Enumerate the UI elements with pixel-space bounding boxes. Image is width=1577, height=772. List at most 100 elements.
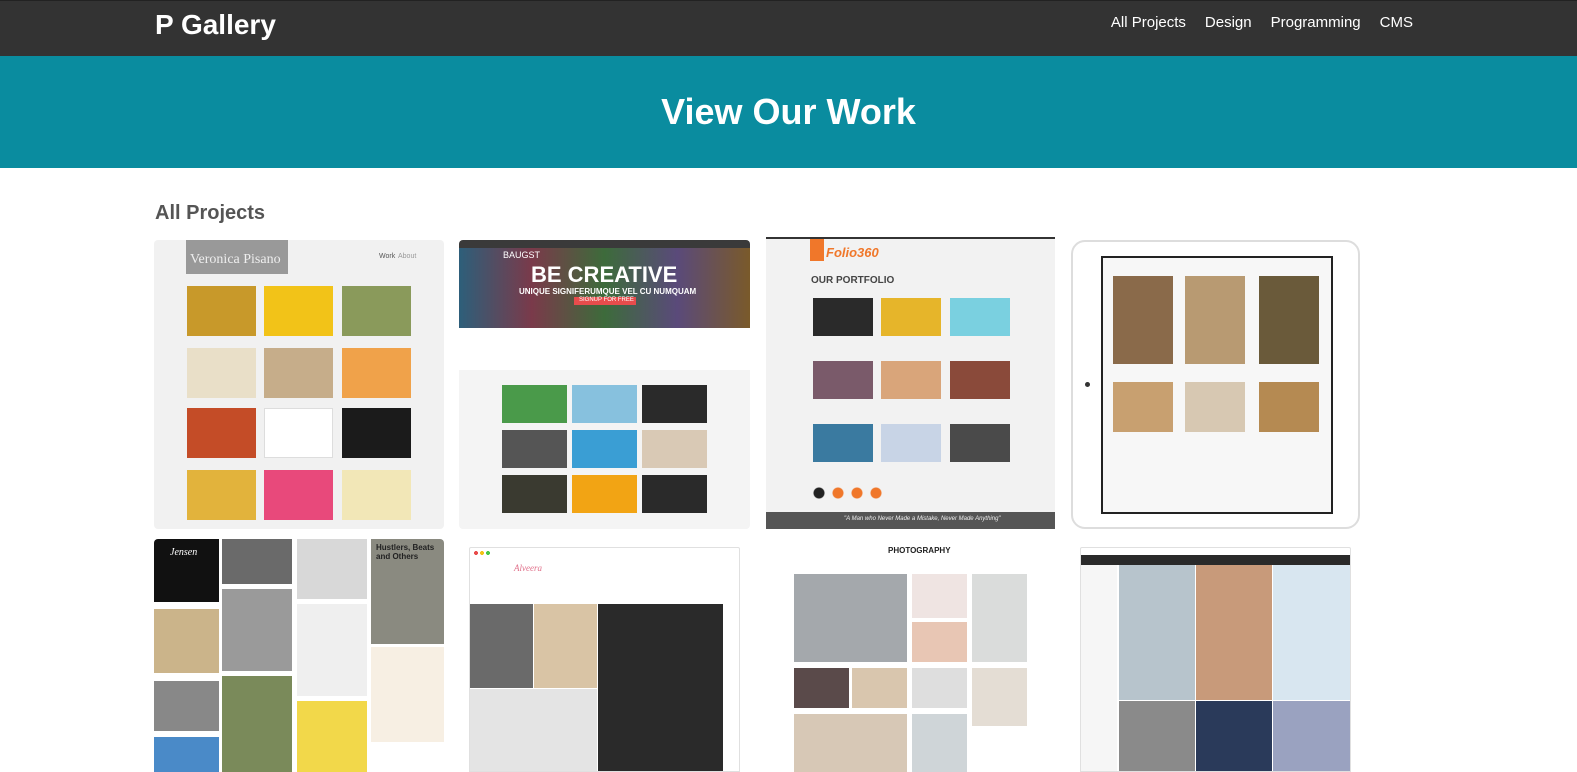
hero-title: View Our Work xyxy=(661,91,916,132)
thumb-cell xyxy=(950,361,1010,399)
thumb-cell xyxy=(912,574,967,618)
thumb-cell xyxy=(642,385,707,423)
thumb-cell xyxy=(222,539,292,584)
thumb-cell xyxy=(794,714,907,772)
thumb-cell xyxy=(1119,701,1195,771)
thumb-heading: OUR PORTFOLIO xyxy=(811,275,895,286)
thumb-cell xyxy=(881,298,941,336)
project-thumbnail-5[interactable]: Jensen Hustlers, Beats and Others xyxy=(154,539,444,772)
thumb-cell xyxy=(342,286,411,336)
nav-all-projects[interactable]: All Projects xyxy=(1111,14,1186,31)
thumb-cell xyxy=(154,737,219,772)
thumb-cell xyxy=(881,361,941,399)
thumb-cell xyxy=(1113,276,1173,364)
project-thumbnail-2[interactable]: BAUGST BE CREATIVE UNIQUE SIGNIFERUMQUE … xyxy=(459,240,750,529)
thumb-pager xyxy=(813,487,883,499)
thumb-cell xyxy=(794,574,907,662)
thumb-cell xyxy=(502,430,567,468)
thumb-cell xyxy=(1119,565,1195,700)
thumb-cell xyxy=(187,286,256,336)
nav-cms[interactable]: CMS xyxy=(1380,14,1413,31)
thumb-cta-label: SIGNUP FOR FREE xyxy=(579,297,634,303)
thumb-topbar xyxy=(1081,555,1350,565)
thumb-cell xyxy=(342,348,411,398)
thumb-tagline: UNIQUE SIGNIFERUMQUE VEL CU NUMQUAM xyxy=(519,287,697,296)
thumb-cell xyxy=(1196,701,1272,771)
thumb-cell xyxy=(598,604,723,771)
thumb-brand: Folio360 xyxy=(826,245,879,260)
thumb-cell xyxy=(470,689,597,771)
thumb-cell xyxy=(950,298,1010,336)
nav-design[interactable]: Design xyxy=(1205,14,1252,31)
thumb-cell xyxy=(642,430,707,468)
main-nav: All Projects Design Programming CMS xyxy=(1092,14,1413,31)
thumb-cell xyxy=(1259,276,1319,364)
thumb-cell xyxy=(264,286,333,336)
thumb-cell xyxy=(222,676,292,772)
thumb-cell xyxy=(154,609,219,673)
project-thumbnail-7[interactable]: PHOTOGRAPHY xyxy=(792,542,1029,772)
thumb-cell xyxy=(297,604,367,696)
thumb-cell xyxy=(1196,565,1272,700)
project-thumbnail-1[interactable]: Veronica Pisano Work About xyxy=(154,240,444,529)
nav-programming[interactable]: Programming xyxy=(1271,14,1361,31)
thumb-cell xyxy=(187,408,256,458)
thumb-cell xyxy=(813,424,873,462)
thumb-cell xyxy=(1273,565,1350,700)
thumb-cell xyxy=(572,475,637,513)
thumb-cell xyxy=(881,424,941,462)
top-navbar: P Gallery All Projects Design Programmin… xyxy=(0,0,1577,56)
thumb-cell xyxy=(187,348,256,398)
project-thumbnail-3[interactable]: Folio360 OUR PORTFOLIO "A Man who Never … xyxy=(766,237,1055,529)
thumb-cell xyxy=(470,604,533,688)
thumb-cell xyxy=(534,604,597,688)
thumb-cell xyxy=(950,424,1010,462)
thumb-cell xyxy=(297,539,367,599)
project-thumbnail-8[interactable] xyxy=(1080,547,1351,772)
thumb-cell xyxy=(502,385,567,423)
thumb-headline: BE CREATIVE xyxy=(531,262,678,287)
thumb-brand: Alveera xyxy=(514,563,542,573)
project-thumbnail-6[interactable]: Alveera xyxy=(469,547,740,772)
thumb-cell xyxy=(264,348,333,398)
thumb-window-dots xyxy=(474,551,494,555)
thumb-cell xyxy=(222,589,292,671)
thumb-poster-title: Hustlers, Beats and Others xyxy=(376,543,435,561)
thumb-brand: Jensen xyxy=(170,547,198,558)
thumb-cell xyxy=(187,470,256,520)
thumb-cell xyxy=(1273,701,1350,771)
thumb-quote: "A Man who Never Made a Mistake, Never M… xyxy=(844,516,1001,522)
thumb-heading: PHOTOGRAPHY xyxy=(888,546,951,555)
thumb-cell xyxy=(972,668,1027,726)
brand-logo[interactable]: P Gallery xyxy=(155,9,276,41)
section-title: All Projects xyxy=(155,202,266,224)
thumb-cell xyxy=(642,475,707,513)
thumb-cell xyxy=(912,668,967,708)
thumb-cell xyxy=(972,574,1027,662)
thumb-brand: BAUGST xyxy=(503,250,541,260)
thumb-cell xyxy=(1259,382,1319,432)
thumb-cell xyxy=(813,361,873,399)
thumb-nav-about: About xyxy=(398,253,417,260)
thumb-cell xyxy=(1185,276,1245,364)
thumb-cell xyxy=(342,408,411,458)
thumb-sidebar xyxy=(1081,565,1117,771)
thumb-cell xyxy=(297,701,367,772)
project-thumbnail-4[interactable] xyxy=(1071,240,1360,529)
thumb-steps xyxy=(459,328,750,370)
thumb-nav-work: Work xyxy=(379,253,396,260)
thumb-cell xyxy=(852,668,907,708)
thumb-cell xyxy=(154,681,219,731)
thumb-cell xyxy=(264,408,333,458)
thumb-cell xyxy=(342,470,411,520)
thumb-cell xyxy=(371,647,444,742)
thumb-cell xyxy=(912,714,967,772)
thumb-topbar xyxy=(459,240,750,248)
thumb-cell xyxy=(502,475,567,513)
thumb-site-name: Veronica Pisano xyxy=(190,252,281,267)
thumb-cell xyxy=(813,298,873,336)
thumb-cell xyxy=(794,668,849,708)
tablet-home-button xyxy=(1085,382,1090,387)
hero-banner: View Our Work xyxy=(0,56,1577,168)
thumb-cell xyxy=(264,470,333,520)
